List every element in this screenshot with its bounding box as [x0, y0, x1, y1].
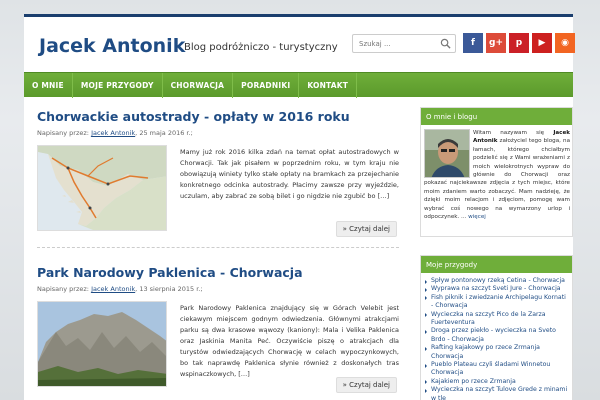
widget-title: Moje przygody: [421, 256, 572, 273]
post-title[interactable]: Park Narodowy Paklenica - Chorwacja: [37, 265, 303, 280]
about-text: Witam nazywam się Jacek Antonik założyci…: [424, 129, 570, 221]
social-links: f g+ p ▶ ◉: [463, 33, 575, 53]
author-link[interactable]: Jacek Antonik: [91, 129, 135, 137]
nav-item-moje-przygody[interactable]: MOJE PRZYGODY: [73, 73, 163, 98]
trip-link[interactable]: Droga przez piekło - wycieczka na Sveto …: [425, 327, 569, 344]
trip-link[interactable]: Wyprawa na szczyt Sveti Jure - Chorwacja: [425, 285, 569, 293]
post-divider: [37, 247, 399, 248]
post-excerpt: Park Narodowy Paklenica znajdujący się w…: [180, 304, 399, 378]
post-date: 25 maja 2016 r.;: [139, 129, 193, 137]
trip-list: Spływ pontonowy rzeką Cetina - Chorwacja…: [421, 273, 572, 400]
search-box: [352, 34, 456, 53]
trip-link[interactable]: Kajakiem po rzece Zrmanja: [425, 378, 569, 386]
post-meta: Napisany przez: Jacek Antonik, 25 maja 2…: [37, 129, 193, 137]
post-title[interactable]: Chorwackie autostrady - opłaty w 2016 ro…: [37, 109, 350, 124]
trip-link[interactable]: Rafting kajakowy po rzece Zrmanja Chorwa…: [425, 344, 569, 361]
trip-link[interactable]: Wycieczka na szczyt Tulove Grede z minam…: [425, 386, 569, 400]
facebook-icon[interactable]: f: [463, 33, 483, 53]
post-meta: Napisany przez: Jacek Antonik, 13 sierpn…: [37, 285, 203, 293]
nav-item-o-mnie[interactable]: O MNIE: [24, 73, 73, 98]
pinterest-icon[interactable]: p: [509, 33, 529, 53]
page-container: Jacek Antonik Blog podróżniczo - turysty…: [24, 14, 575, 400]
main-nav: O MNIE MOJE PRZYGODY CHORWACJA PORADNIKI…: [24, 72, 573, 98]
trips-widget: Moje przygody Spływ pontonowy rzeką Ceti…: [420, 255, 573, 400]
read-more-button[interactable]: » Czytaj dalej: [335, 221, 397, 237]
about-more-link[interactable]: więcej: [468, 214, 486, 220]
read-more-button[interactable]: » Czytaj dalej: [335, 377, 397, 393]
author-link[interactable]: Jacek Antonik: [91, 285, 135, 293]
meta-prefix: Napisany przez:: [37, 129, 89, 137]
trip-link[interactable]: Spływ pontonowy rzeką Cetina - Chorwacja: [425, 277, 569, 285]
site-header: Jacek Antonik Blog podróżniczo - turysty…: [24, 17, 575, 69]
post-excerpt: Mamy już rok 2016 kilka zdań na temat op…: [180, 148, 399, 200]
trip-link[interactable]: Pueblo Plateau czyli śladami Winnetou Ch…: [425, 361, 569, 378]
trip-link[interactable]: Fish piknik i zwiedzanie Archipelagu Kor…: [425, 294, 569, 311]
rss-icon[interactable]: ◉: [555, 33, 575, 53]
post-thumbnail-map[interactable]: [37, 145, 167, 231]
google-plus-icon[interactable]: g+: [486, 33, 506, 53]
meta-prefix: Napisany przez:: [37, 285, 89, 293]
trip-link[interactable]: Wycieczka na szczyt Pico de la Zarza Fue…: [425, 311, 569, 328]
search-input[interactable]: [353, 35, 433, 52]
about-widget: O mnie i blogu Witam nazywam się Jacek A…: [420, 107, 573, 237]
site-title[interactable]: Jacek Antonik: [39, 35, 185, 57]
nav-item-kontakt[interactable]: KONTAKT: [299, 73, 358, 98]
widget-title: O mnie i blogu: [421, 108, 572, 125]
search-icon[interactable]: [440, 38, 451, 49]
site-description: Blog podróżniczo - turystyczny: [184, 42, 338, 53]
nav-item-poradniki[interactable]: PORADNIKI: [233, 73, 300, 98]
post-date: 13 sierpnia 2015 r.;: [139, 285, 203, 293]
youtube-icon[interactable]: ▶: [532, 33, 552, 53]
about-lead: Witam nazywam się: [473, 130, 545, 136]
post-thumbnail-mountain[interactable]: [37, 301, 167, 387]
nav-item-chorwacja[interactable]: CHORWACJA: [163, 73, 234, 98]
